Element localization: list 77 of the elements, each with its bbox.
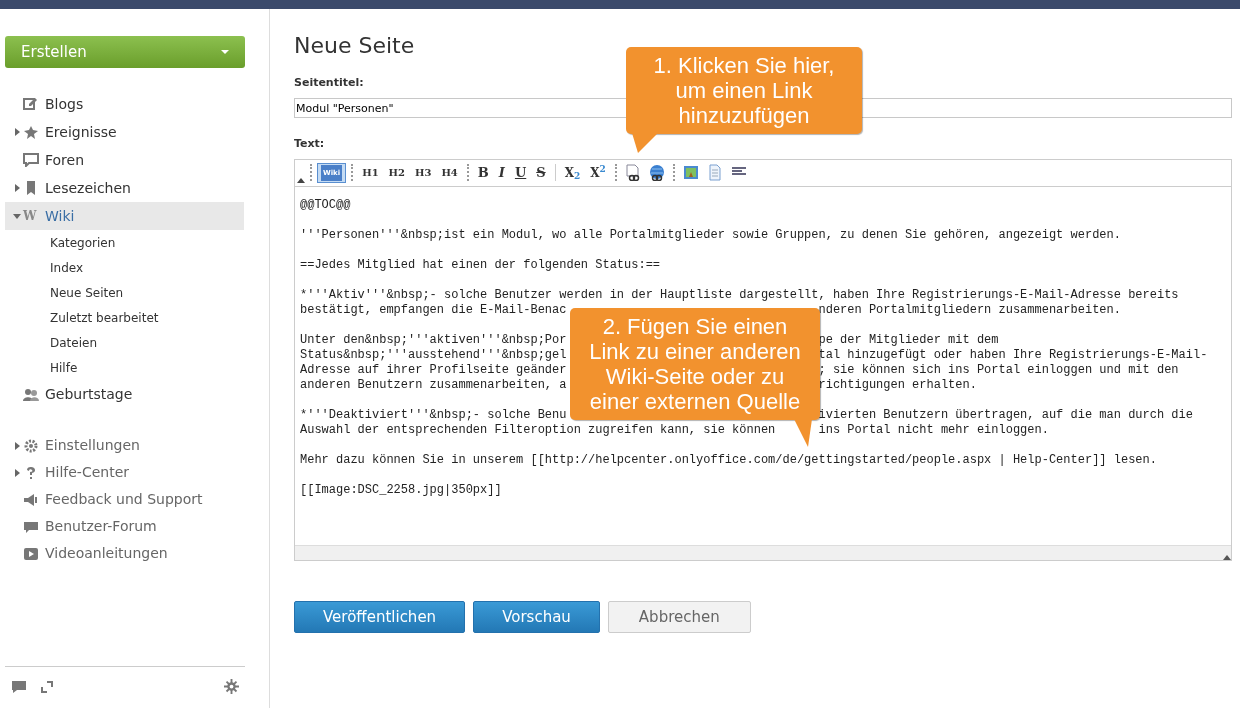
nav-subitem[interactable]: Hilfe bbox=[5, 355, 244, 380]
nav-subitem[interactable]: Index bbox=[5, 255, 244, 280]
nav-subitem[interactable]: Dateien bbox=[5, 330, 244, 355]
people-icon bbox=[23, 387, 39, 401]
format-button[interactable]: I bbox=[494, 163, 509, 182]
nav-subitem[interactable]: Kategorien bbox=[5, 230, 244, 255]
globe-link-icon[interactable] bbox=[647, 164, 666, 182]
code-line: pe der Mitglieder mit dem bbox=[818, 332, 999, 348]
code-line: @@TOC@@ bbox=[300, 197, 351, 213]
code-line: richtigungen erhalten. bbox=[818, 377, 977, 393]
heading-button[interactable]: H3 bbox=[411, 163, 436, 182]
nav-item[interactable]: Benutzer-Forum bbox=[45, 516, 157, 537]
nav-subitem[interactable]: Zuletzt bearbeitet bbox=[5, 305, 244, 330]
nav-item[interactable]: Feedback und Support bbox=[45, 489, 203, 510]
code-line: *'''Deaktiviert'''&nbsp;- solche Benu bbox=[300, 407, 567, 423]
code-line: tal hinzugefügt oder haben Ihre Registrierungs-E-Mail- bbox=[818, 347, 1208, 363]
nav-item[interactable]: Einstellungen bbox=[45, 435, 140, 456]
comment-icon bbox=[23, 153, 39, 167]
code-line: Status&nbsp;'''ausstehend'''&nbsp;gel bbox=[300, 347, 567, 363]
code-line: ; sie können sich ins Portal einloggen und mit den bbox=[818, 362, 1179, 378]
star-icon bbox=[23, 125, 39, 139]
wiki-icon: W bbox=[23, 209, 39, 223]
gear-icon bbox=[23, 438, 39, 453]
caret-right-icon[interactable] bbox=[12, 467, 22, 478]
heading-button[interactable]: H4 bbox=[437, 163, 462, 182]
code-line: Adresse auf ihrer Profilseite geänder bbox=[300, 362, 567, 378]
expand-icon[interactable] bbox=[41, 680, 53, 693]
resize-icon[interactable] bbox=[1223, 554, 1231, 560]
caret-right-icon[interactable] bbox=[12, 183, 22, 193]
heading-button[interactable]: H2 bbox=[384, 163, 409, 182]
caret-right-icon[interactable] bbox=[12, 440, 22, 451]
speech-bubble-icon bbox=[23, 519, 39, 534]
page-link-icon[interactable] bbox=[623, 164, 642, 182]
video-icon bbox=[23, 546, 39, 561]
collapse-icon[interactable] bbox=[297, 176, 305, 183]
code-line: ivierten Benutzern übertragen, auf die man durch die bbox=[818, 407, 1193, 423]
superscript-button[interactable]: X$^{2}$ bbox=[586, 163, 610, 182]
page-title: Neue Seite bbox=[294, 33, 416, 60]
chat-icon[interactable] bbox=[11, 679, 27, 694]
field-label: Seitentitel: bbox=[294, 75, 364, 92]
cancel-button[interactable]: Abbrechen bbox=[607, 600, 751, 633]
nav-item[interactable]: Ereignisse bbox=[5, 118, 244, 146]
code-line: [[Image:DSC_2258.jpg|350px]] bbox=[300, 482, 502, 498]
code-line: nderen Portalmitgliedern zusammenarbeiten. bbox=[818, 302, 1121, 318]
code-line: ==Jedes Mitglied hat einen der folgenden Status:== bbox=[300, 257, 661, 273]
caret-right-icon[interactable] bbox=[12, 127, 22, 137]
format-button[interactable]: B bbox=[473, 163, 493, 182]
format-button[interactable]: S bbox=[532, 163, 550, 182]
nav-item[interactable]: W Wiki bbox=[5, 202, 244, 230]
nav-item[interactable]: Blogs bbox=[5, 90, 244, 118]
nav-item[interactable]: Foren bbox=[5, 146, 244, 174]
code-line: bestätigt, empfangen die E-Mail-Benac bbox=[300, 302, 567, 318]
megaphone-icon bbox=[23, 492, 39, 507]
field-label: Text: bbox=[294, 136, 325, 153]
code-line: Unter den&nbsp;'''aktiven'''&nbsp;Por bbox=[300, 332, 567, 348]
action-button[interactable]: Veröffentlichen bbox=[294, 600, 466, 633]
callout-tail bbox=[632, 133, 658, 153]
code-line: Mehr dazu können Sie in unserem [[http://helpcenter.onlyoffice.com/de/gettingstarted/people.aspx | Help-Center]] lesen. bbox=[300, 452, 1157, 468]
caret-down-icon[interactable] bbox=[12, 211, 22, 221]
code-line: *'''Aktiv'''&nbsp;- solche Benutzer werden in der Hauptliste dargestellt, haben Ihre Registrierungs-E-Mail-Adresse bereits bbox=[300, 287, 1179, 303]
nav-item[interactable]: Hilfe-Center bbox=[45, 462, 130, 483]
action-button[interactable]: Vorschau bbox=[473, 600, 600, 633]
format-button[interactable]: U bbox=[510, 163, 531, 182]
code-line: Auswahl der entsprechenden Filteroption zugreifen kann, sie können bbox=[300, 422, 776, 438]
subscript-button[interactable]: X$_{2}$ bbox=[560, 163, 585, 182]
nav-subitem[interactable]: Neue Seiten bbox=[5, 280, 244, 305]
image-icon[interactable] bbox=[681, 164, 700, 182]
nav-item[interactable]: Lesezeichen bbox=[5, 174, 244, 202]
nav-item[interactable]: Geburtstage bbox=[5, 380, 244, 408]
code-line: anderen Benutzern zusammenarbeiten, a bbox=[300, 377, 567, 393]
edit-icon bbox=[23, 97, 39, 111]
code-line: '''Personen'''&nbsp;ist ein Modul, wo alle Portalmitglieder sowie Gruppen, zu denen Sie gehören, angezeigt werden. bbox=[300, 227, 1121, 243]
callout-tail bbox=[794, 419, 812, 447]
settings-icon[interactable] bbox=[224, 679, 239, 694]
heading-button[interactable]: H1 bbox=[358, 163, 383, 182]
nav-item[interactable]: Videoanleitungen bbox=[45, 543, 168, 564]
code-line: ins Portal nicht mehr einloggen. bbox=[818, 422, 1049, 438]
